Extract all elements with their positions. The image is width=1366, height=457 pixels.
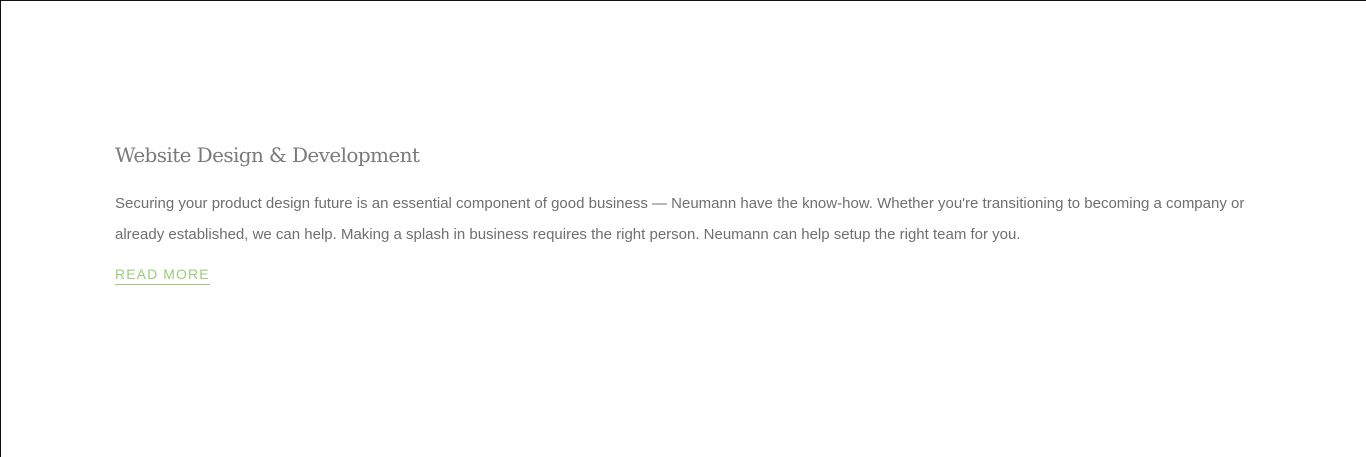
section-title: Website Design & Development bbox=[115, 143, 420, 167]
read-more-link[interactable]: READ MORE bbox=[115, 265, 210, 285]
page-frame: Website Design & Development Securing yo… bbox=[0, 0, 1366, 457]
service-section: Website Design & Development Securing yo… bbox=[115, 141, 1265, 285]
section-description: Securing your product design future is a… bbox=[115, 195, 1245, 243]
